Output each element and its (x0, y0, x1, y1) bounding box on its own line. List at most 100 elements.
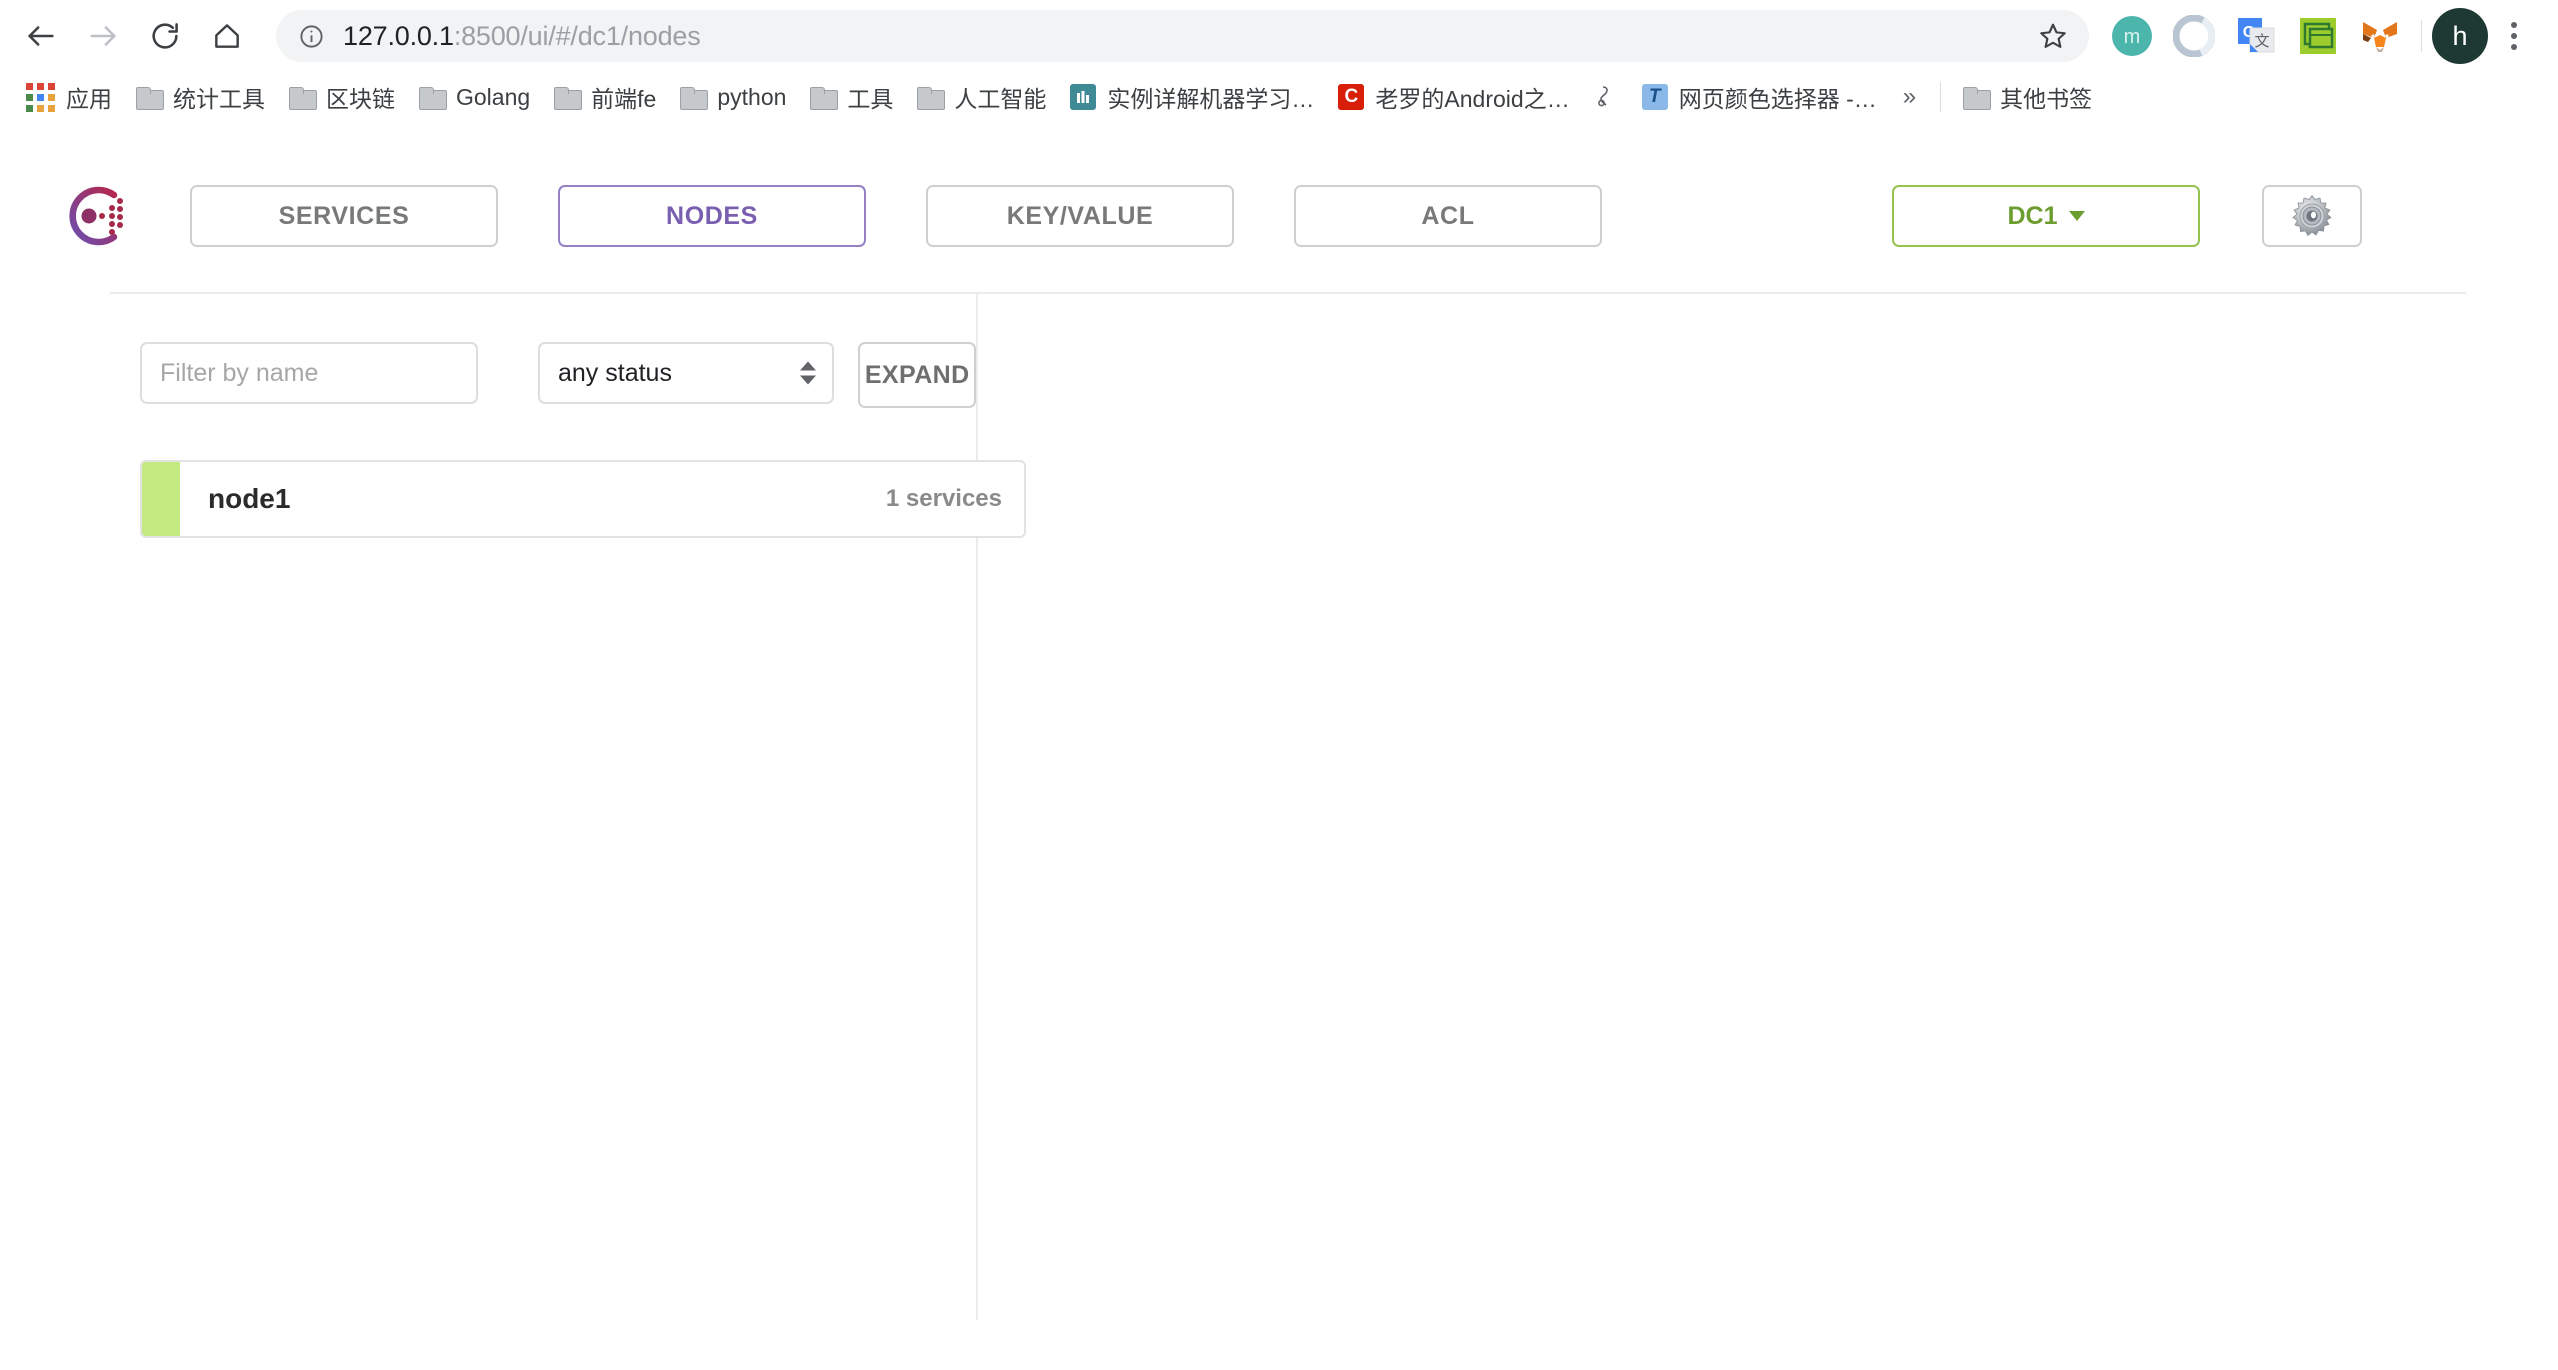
tab-label: SERVICES (279, 202, 410, 231)
bookmark-other-bookmarks[interactable]: 其他书签 (1951, 76, 2104, 118)
consul-logo-icon (56, 177, 134, 255)
bookmark-label: 统计工具 (173, 80, 265, 114)
folder-icon (136, 87, 162, 108)
select-arrows-icon (800, 362, 816, 385)
tab-label: KEY/VALUE (1007, 202, 1154, 231)
swirl-extension-icon[interactable] (2163, 5, 2225, 67)
bookmark-label: 其他书签 (2000, 80, 2092, 114)
status-select[interactable]: any status (538, 342, 834, 404)
forward-arrow-icon (86, 19, 120, 53)
filter-name-input[interactable] (140, 342, 478, 404)
avatar-initial: h (2452, 21, 2467, 52)
address-bar[interactable]: 127.0.0.1:8500/ui/#/dc1/nodes (276, 10, 2089, 62)
page-info-icon[interactable] (298, 23, 325, 50)
bookmark-color-picker[interactable]: T 网页颜色选择器 -… (1630, 76, 1889, 118)
apps-grid-icon (26, 83, 55, 112)
home-icon (211, 20, 243, 52)
text-tool-glyph: T (1642, 84, 1668, 110)
url-path: :8500/ui/#/dc1/nodes (454, 21, 701, 51)
expand-button[interactable]: EXPAND (858, 342, 976, 408)
bookmark-star-icon[interactable] (2029, 12, 2077, 60)
profile-avatar[interactable]: h (2432, 8, 2488, 64)
svg-text:m: m (2124, 26, 2141, 48)
settings-button[interactable] (2262, 185, 2362, 247)
folder-icon (917, 87, 943, 108)
folder-icon (419, 87, 445, 108)
browser-chrome: 127.0.0.1:8500/ui/#/dc1/nodes m (0, 0, 2558, 122)
gear-icon (2289, 193, 2335, 239)
bookmark-label: 前端fe (591, 80, 656, 114)
node-name: node1 (208, 483, 290, 515)
bookmarks-overflow-button[interactable]: » (1889, 79, 1930, 115)
folder-icon (554, 87, 580, 108)
expand-label: EXPAND (865, 361, 970, 390)
tab-acl[interactable]: ACL (1294, 185, 1602, 247)
bookmark-android-article[interactable]: C 老罗的Android之… (1326, 76, 1581, 118)
chart-icon (1070, 84, 1096, 110)
node-list: node1 1 services (140, 460, 976, 538)
tab-key-value[interactable]: KEY/VALUE (926, 185, 1234, 247)
window-stack-extension-icon[interactable] (2287, 5, 2349, 67)
svg-text:文: 文 (2254, 33, 2269, 50)
bookmark-label: python (717, 84, 786, 111)
forward-button[interactable] (72, 5, 134, 67)
bookmark-ml-article[interactable]: 实例详解机器学习… (1058, 76, 1326, 118)
tab-nodes[interactable]: NODES (558, 185, 866, 247)
bookmarks-divider (1940, 82, 1941, 112)
consul-app: SERVICES NODES KEY/VALUE ACL DC1 (0, 122, 2558, 1320)
reload-button[interactable] (134, 5, 196, 67)
bookmark-label: 实例详解机器学习… (1107, 80, 1314, 114)
bookmark-pen-tool[interactable] (1582, 80, 1630, 114)
app-content: any status EXPAND node1 1 services (0, 294, 2558, 1320)
bookmark-folder-golang[interactable]: Golang (407, 80, 542, 115)
tab-services[interactable]: SERVICES (190, 185, 498, 247)
folder-icon (810, 87, 836, 108)
url-text[interactable]: 127.0.0.1:8500/ui/#/dc1/nodes (343, 21, 2029, 52)
bookmark-label: 工具 (847, 80, 893, 114)
menu-dot-icon (2511, 44, 2517, 50)
reload-icon (149, 20, 181, 52)
bookmark-label: 老罗的Android之… (1375, 80, 1569, 114)
browser-menu-button[interactable] (2488, 5, 2540, 67)
nodes-list-pane: any status EXPAND node1 1 services (0, 294, 978, 1320)
bookmark-folder-tongjigongju[interactable]: 统计工具 (124, 76, 277, 118)
google-translate-extension-icon[interactable]: G 文 (2225, 5, 2287, 67)
menu-dot-icon (2511, 33, 2517, 39)
browser-toolbar: 127.0.0.1:8500/ui/#/dc1/nodes m (0, 0, 2558, 72)
folder-icon (1963, 87, 1989, 108)
toolbar-divider (2421, 20, 2422, 52)
status-select-value: any status (558, 359, 672, 388)
bookmark-label: 区块链 (326, 80, 395, 114)
app-navigation: SERVICES NODES KEY/VALUE ACL DC1 (0, 122, 2558, 270)
nav-right-group: DC1 (1892, 185, 2558, 247)
bookmark-folder-python[interactable]: python (668, 80, 798, 115)
bookmark-folder-tools[interactable]: 工具 (798, 76, 905, 118)
bookmark-label: Golang (456, 84, 530, 111)
text-tool-icon: T (1642, 84, 1668, 110)
datacenter-selector[interactable]: DC1 (1892, 185, 2200, 247)
bookmark-label: 网页颜色选择器 -… (1679, 80, 1877, 114)
folder-icon (289, 87, 315, 108)
tab-label: ACL (1421, 202, 1474, 231)
csdn-glyph: C (1338, 84, 1364, 110)
node-detail-pane (978, 294, 2558, 1320)
m-extension-icon[interactable]: m (2101, 5, 2163, 67)
bookmark-folder-blockchain[interactable]: 区块链 (277, 76, 407, 118)
main-tabs: SERVICES NODES KEY/VALUE ACL (190, 185, 1602, 247)
csdn-icon: C (1338, 84, 1364, 110)
consul-logo[interactable] (0, 177, 190, 255)
datacenter-label: DC1 (2007, 202, 2057, 231)
metamask-extension-icon[interactable] (2349, 5, 2411, 67)
extension-icons: m G 文 (2101, 5, 2540, 67)
bookmark-label: 应用 (66, 80, 112, 114)
tab-label: NODES (666, 202, 758, 231)
node-list-item[interactable]: node1 1 services (140, 460, 1026, 538)
home-button[interactable] (196, 5, 258, 67)
back-button[interactable] (10, 5, 72, 67)
bookmark-apps[interactable]: 应用 (14, 76, 124, 118)
bookmark-label: 人工智能 (954, 80, 1046, 114)
node-health-indicator (142, 462, 180, 536)
bookmark-folder-frontend[interactable]: 前端fe (542, 76, 668, 118)
bookmark-folder-ai[interactable]: 人工智能 (905, 76, 1058, 118)
pen-icon (1594, 84, 1618, 110)
